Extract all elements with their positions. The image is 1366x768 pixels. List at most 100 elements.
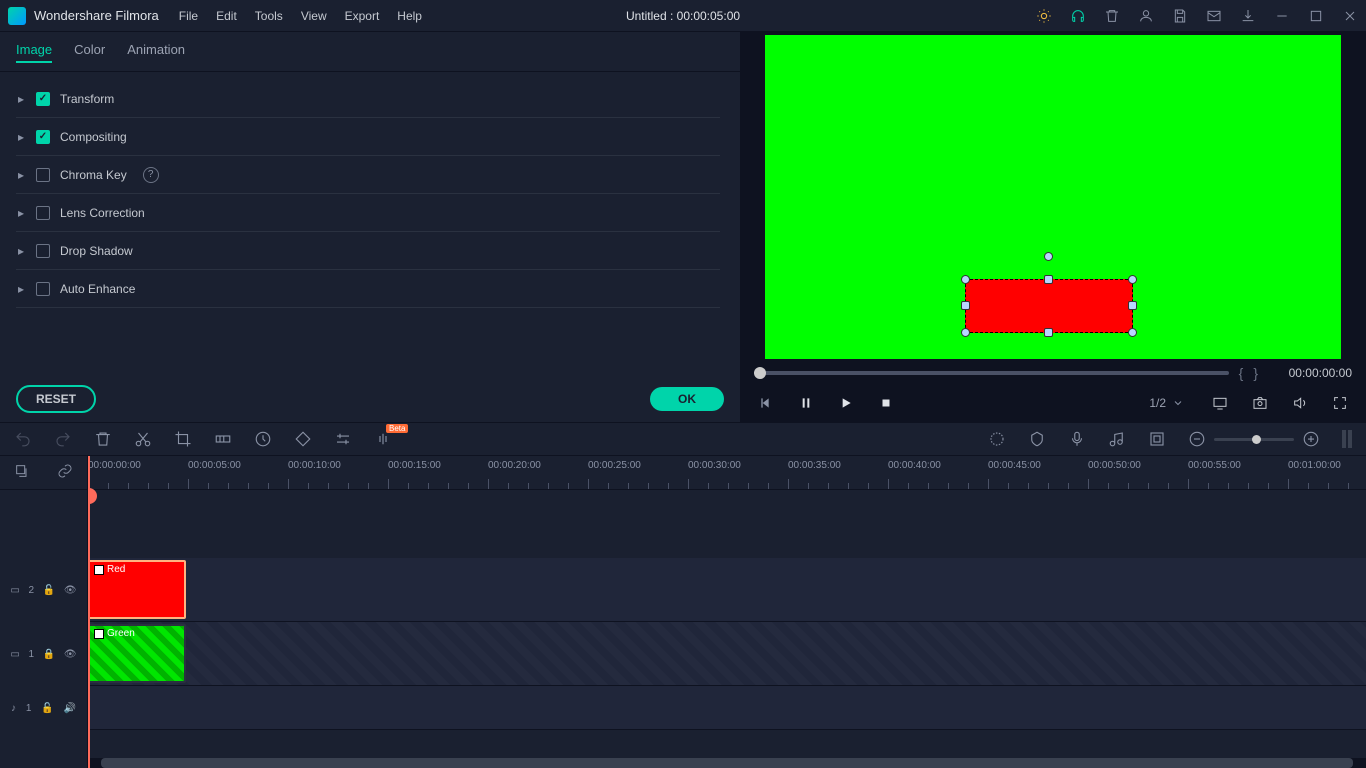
resize-handle-bm[interactable]: [1044, 328, 1053, 337]
resize-handle-tl[interactable]: [961, 275, 970, 284]
visibility-icon[interactable]: 👁: [64, 585, 77, 596]
ruler-mark: 00:00:15:00: [388, 460, 441, 471]
menu-tools[interactable]: Tools: [255, 9, 283, 23]
reset-button[interactable]: RESET: [16, 385, 96, 413]
lock-icon[interactable]: 🔓: [41, 703, 53, 714]
timeline-ruler[interactable]: 00:00:00:0000:00:05:0000:00:10:0000:00:1…: [88, 456, 1366, 490]
resize-handle-bl[interactable]: [961, 328, 970, 337]
mark-out-icon[interactable]: }: [1253, 365, 1258, 381]
redo-icon[interactable]: [54, 430, 72, 448]
playhead[interactable]: [88, 456, 90, 768]
voiceover-icon[interactable]: [1068, 430, 1086, 448]
clip-red[interactable]: Red: [88, 560, 186, 619]
cut-icon[interactable]: [134, 430, 152, 448]
rotate-handle[interactable]: [1044, 252, 1053, 261]
undo-icon[interactable]: [14, 430, 32, 448]
ok-button[interactable]: OK: [650, 387, 724, 411]
zoom-out-icon[interactable]: [1188, 430, 1206, 448]
minimize-icon[interactable]: [1274, 8, 1290, 24]
adjust-icon[interactable]: [334, 430, 352, 448]
link-icon[interactable]: [57, 463, 73, 482]
resize-handle-ml[interactable]: [961, 301, 970, 310]
video-track-1[interactable]: Green: [88, 622, 1366, 686]
expand-icon[interactable]: ▸: [16, 206, 26, 220]
video-track-2[interactable]: Red: [88, 558, 1366, 622]
selection-box[interactable]: [965, 279, 1133, 333]
lock-icon[interactable]: 🔓: [43, 585, 55, 596]
play-button[interactable]: [834, 391, 858, 415]
tab-color[interactable]: Color: [74, 42, 105, 63]
zoom-slider[interactable]: [1214, 438, 1294, 441]
visibility-icon[interactable]: 👁: [64, 649, 77, 660]
speed-icon[interactable]: [254, 430, 272, 448]
scrub-thumb[interactable]: [754, 367, 766, 379]
prop-label: Auto Enhance: [60, 282, 135, 296]
headphones-icon[interactable]: [1070, 8, 1086, 24]
scrollbar-thumb[interactable]: [101, 758, 1353, 768]
tab-image[interactable]: Image: [16, 42, 52, 63]
checkbox[interactable]: [36, 168, 50, 182]
audio-visualizer-icon[interactable]: Beta: [374, 430, 392, 448]
menu-file[interactable]: File: [179, 9, 198, 23]
download-icon[interactable]: [1240, 8, 1256, 24]
checkbox[interactable]: [36, 244, 50, 258]
expand-icon[interactable]: ▸: [16, 282, 26, 296]
resize-handle-br[interactable]: [1128, 328, 1137, 337]
render-icon[interactable]: [988, 430, 1006, 448]
play-pause-button[interactable]: [794, 391, 818, 415]
snapshot-icon[interactable]: [1248, 391, 1272, 415]
account-icon[interactable]: [1138, 8, 1154, 24]
mute-icon[interactable]: 🔊: [64, 703, 76, 714]
menu-help[interactable]: Help: [397, 9, 422, 23]
resize-handle-tm[interactable]: [1044, 275, 1053, 284]
timeline-tracks-area[interactable]: 00:00:00:0000:00:05:0000:00:10:0000:00:1…: [88, 456, 1366, 768]
expand-icon[interactable]: ▸: [16, 130, 26, 144]
zoom-in-icon[interactable]: [1302, 430, 1320, 448]
checkbox[interactable]: [36, 206, 50, 220]
expand-icon[interactable]: ▸: [16, 92, 26, 106]
lock-icon[interactable]: 🔒: [43, 649, 55, 660]
menu-edit[interactable]: Edit: [216, 9, 237, 23]
close-icon[interactable]: [1342, 8, 1358, 24]
scrub-bar[interactable]: [754, 371, 1229, 375]
audio-mixer-icon[interactable]: [1108, 430, 1126, 448]
stop-button[interactable]: [874, 391, 898, 415]
clip-green[interactable]: Green: [88, 624, 186, 683]
expand-icon[interactable]: ▸: [16, 168, 26, 182]
fullscreen-icon[interactable]: [1328, 391, 1352, 415]
trash-icon[interactable]: [1104, 8, 1120, 24]
zoom-slider-thumb[interactable]: [1252, 435, 1261, 444]
keyframe-icon[interactable]: [294, 430, 312, 448]
track-manager-icon[interactable]: [1148, 430, 1166, 448]
track-id: 1: [26, 703, 32, 714]
preview-canvas[interactable]: [765, 35, 1341, 359]
prev-frame-button[interactable]: [754, 391, 778, 415]
volume-icon[interactable]: [1288, 391, 1312, 415]
timeline-toggle-icon[interactable]: [1342, 430, 1352, 448]
marker-icon[interactable]: [1028, 430, 1046, 448]
resize-handle-mr[interactable]: [1128, 301, 1137, 310]
tab-animation[interactable]: Animation: [127, 42, 185, 63]
menu-view[interactable]: View: [301, 9, 327, 23]
expand-icon[interactable]: ▸: [16, 244, 26, 258]
checkbox[interactable]: [36, 282, 50, 296]
idea-icon[interactable]: [1036, 8, 1052, 24]
save-icon[interactable]: [1172, 8, 1188, 24]
add-track-icon[interactable]: [14, 463, 30, 482]
crop-icon[interactable]: [174, 430, 192, 448]
prop-row-chroma-key: ▸Chroma Key?: [16, 156, 720, 194]
menu-export[interactable]: Export: [345, 9, 380, 23]
horizontal-scrollbar[interactable]: [88, 758, 1366, 768]
mail-icon[interactable]: [1206, 8, 1222, 24]
delete-icon[interactable]: [94, 430, 112, 448]
resize-handle-tr[interactable]: [1128, 275, 1137, 284]
preview-zoom-select[interactable]: 1/2: [1141, 394, 1192, 412]
checkbox[interactable]: [36, 92, 50, 106]
audio-track-1[interactable]: [88, 686, 1366, 730]
quality-icon[interactable]: [1208, 391, 1232, 415]
checkbox[interactable]: [36, 130, 50, 144]
help-icon[interactable]: ?: [143, 167, 159, 183]
speed-ramp-icon[interactable]: [214, 430, 232, 448]
maximize-icon[interactable]: [1308, 8, 1324, 24]
mark-in-icon[interactable]: {: [1239, 365, 1244, 381]
